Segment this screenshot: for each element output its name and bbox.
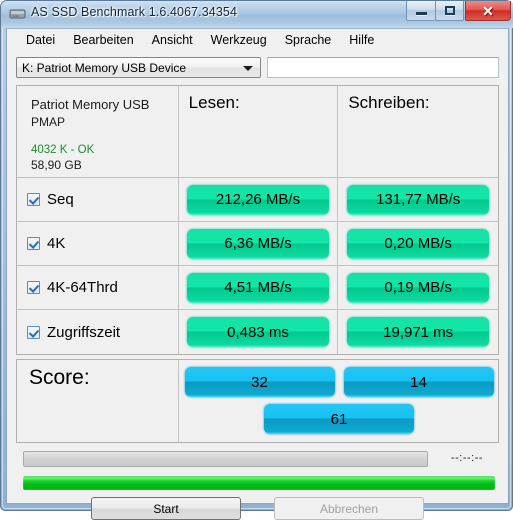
start-button[interactable]: Start xyxy=(91,497,241,520)
benchmark-label: 4K-64Thrd xyxy=(47,279,118,296)
read-column-header: Lesen: xyxy=(188,93,240,112)
value-bar: 212,26 MB/s xyxy=(187,184,329,215)
menu-item-datei[interactable]: Datei xyxy=(17,31,64,49)
table-row: Seq 212,26 MB/s 131,77 MB/s xyxy=(17,178,498,222)
score-label: Score: xyxy=(29,366,90,389)
write-column-header: Schreiben: xyxy=(348,93,430,112)
score-row-primary: 32 14 xyxy=(180,365,498,399)
read-column-header-cell: Lesen: xyxy=(179,86,339,177)
menu-item-ansicht[interactable]: Ansicht xyxy=(143,31,202,49)
value-bar: 6,36 MB/s xyxy=(187,228,329,259)
checkbox-checked-icon[interactable] xyxy=(27,193,40,206)
value-bar: 0,483 ms xyxy=(187,317,329,347)
drive-select-value: K: Patriot Memory USB Device xyxy=(22,61,187,75)
info-input[interactable] xyxy=(267,57,499,78)
benchmark-label-cell-4k: 4K xyxy=(17,222,179,265)
seq-read-cell: 212,26 MB/s xyxy=(179,178,339,221)
4k-write-cell: 0,20 MB/s xyxy=(338,222,498,265)
checkbox-checked-icon[interactable] xyxy=(27,325,40,339)
4k-64thrd-read-cell: 4,51 MB/s xyxy=(179,266,339,309)
grid-header-row: Patriot Memory USB PMAP 4032 K - OK 58,9… xyxy=(17,86,498,178)
table-row: 4K 6,36 MB/s 0,20 MB/s xyxy=(17,222,498,266)
seq-write-cell: 131,77 MB/s xyxy=(338,178,498,221)
4k-64thrd-write-cell: 0,19 MB/s xyxy=(338,266,498,309)
zugriffszeit-toggle[interactable]: Zugriffszeit xyxy=(27,310,120,354)
device-firmware: PMAP xyxy=(31,115,66,129)
menu-item-bearbeiten[interactable]: Bearbeiten xyxy=(64,31,142,49)
score-bar-total: 61 xyxy=(264,404,414,434)
value-bar: 4,51 MB/s xyxy=(187,272,329,303)
table-row: 4K-64Thrd 4,51 MB/s 0,19 MB/s xyxy=(17,266,498,310)
benchmark-label: Seq xyxy=(47,191,74,208)
4k-64thrd-read-value: 4,51 MB/s xyxy=(224,279,292,296)
close-button[interactable]: ✕ xyxy=(465,1,511,21)
task-progress-bar xyxy=(23,451,428,467)
value-bar: 131,77 MB/s xyxy=(347,184,490,215)
table-row: Zugriffszeit 0,483 ms 19,971 ms xyxy=(17,310,498,354)
device-name: Patriot Memory USB xyxy=(31,97,150,112)
client-area: Datei Bearbeiten Ansicht Werkzeug Sprach… xyxy=(6,28,509,520)
application-window: AS SSD Benchmark 1.6.4067.34354 ✕ Datei … xyxy=(0,0,513,520)
value-bar: 0,19 MB/s xyxy=(347,272,490,303)
4k-write-value: 0,20 MB/s xyxy=(384,235,452,252)
device-info-cell: Patriot Memory USB PMAP 4032 K - OK 58,9… xyxy=(17,86,179,177)
4k-read-cell: 6,36 MB/s xyxy=(179,222,339,265)
results-grid: Patriot Memory USB PMAP 4032 K - OK 58,9… xyxy=(16,85,499,355)
drive-icon xyxy=(9,9,26,19)
close-icon: ✕ xyxy=(482,2,494,19)
benchmark-label-cell-seq: Seq xyxy=(17,178,179,221)
value-bar: 19,971 ms xyxy=(347,317,490,347)
title-bar[interactable]: AS SSD Benchmark 1.6.4067.34354 ✕ xyxy=(1,1,513,28)
4k-toggle[interactable]: 4K xyxy=(27,222,65,265)
seq-toggle[interactable]: Seq xyxy=(27,178,74,221)
action-buttons: Start Abbrechen xyxy=(7,497,508,520)
maximize-button[interactable] xyxy=(435,1,464,21)
seq-read-value: 212,26 MB/s xyxy=(215,191,301,208)
overall-progress-bar xyxy=(23,476,495,490)
window-title: AS SSD Benchmark 1.6.4067.34354 xyxy=(31,5,238,19)
chevron-down-icon xyxy=(243,66,253,71)
access-write-cell: 19,971 ms xyxy=(338,310,498,354)
elapsed-timer: --:--:-- xyxy=(450,452,484,464)
4k-read-value: 6,36 MB/s xyxy=(224,235,292,252)
minimize-button[interactable] xyxy=(406,1,435,21)
menu-item-sprache[interactable]: Sprache xyxy=(276,31,341,49)
benchmark-label-cell-4k64: 4K-64Thrd xyxy=(17,266,179,309)
4k-64thrd-toggle[interactable]: 4K-64Thrd xyxy=(27,266,118,309)
device-capacity: 58,90 GB xyxy=(31,158,82,172)
4k-64thrd-write-value: 0,19 MB/s xyxy=(384,279,452,296)
checkbox-checked-icon[interactable] xyxy=(27,237,40,250)
score-bar-read: 32 xyxy=(184,367,335,397)
value-bar: 0,20 MB/s xyxy=(347,228,490,259)
score-read-value: 32 xyxy=(251,373,268,391)
score-label-cell: Score: xyxy=(17,360,179,442)
access-read-value: 0,483 ms xyxy=(227,323,289,341)
checkbox-checked-icon[interactable] xyxy=(27,281,40,294)
cancel-button: Abbrechen xyxy=(274,497,424,520)
window-controls: ✕ xyxy=(406,1,511,22)
menu-item-hilfe[interactable]: Hilfe xyxy=(340,31,383,49)
benchmark-label: Zugriffszeit xyxy=(47,323,121,341)
device-alignment-status: 4032 K - OK xyxy=(31,144,95,156)
score-bar-write: 14 xyxy=(343,367,494,397)
benchmark-label-cell-access: Zugriffszeit xyxy=(17,310,179,354)
menu-item-werkzeug[interactable]: Werkzeug xyxy=(202,31,276,49)
score-panel: Score: 32 14 61 xyxy=(16,359,499,443)
access-write-value: 19,971 ms xyxy=(383,323,454,341)
access-read-cell: 0,483 ms xyxy=(179,310,339,354)
write-column-header-cell: Schreiben: xyxy=(338,86,498,177)
score-total-value: 61 xyxy=(330,410,348,428)
benchmark-label: 4K xyxy=(47,235,66,252)
score-row-total: 61 xyxy=(180,402,498,436)
drive-select[interactable]: K: Patriot Memory USB Device xyxy=(16,57,261,78)
score-write-value: 14 xyxy=(410,373,427,391)
maximize-icon xyxy=(444,6,455,15)
seq-write-value: 131,77 MB/s xyxy=(376,191,461,208)
minimize-icon xyxy=(415,12,427,15)
menu-bar: Datei Bearbeiten Ansicht Werkzeug Sprach… xyxy=(7,29,508,51)
